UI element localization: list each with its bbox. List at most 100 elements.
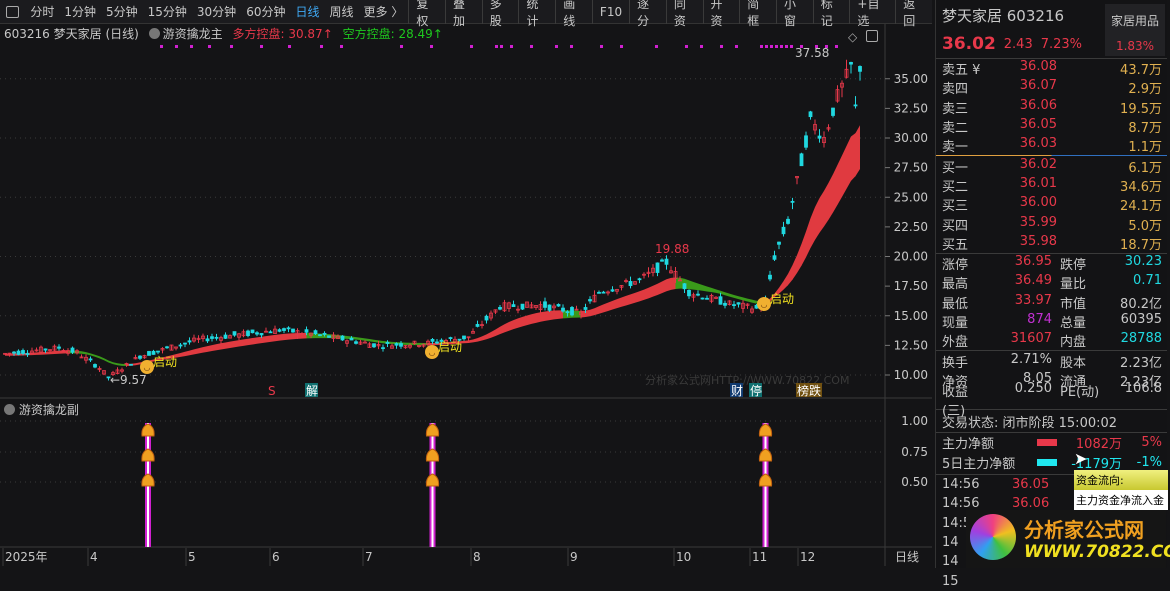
flower-logo-icon	[970, 514, 1016, 560]
band-up	[198, 347, 203, 354]
candle-down	[318, 334, 322, 337]
band-up	[221, 342, 226, 350]
money-bag-icon	[758, 423, 773, 437]
candle-down	[781, 226, 786, 235]
panel-toggle-icon[interactable]	[866, 30, 878, 42]
toolbar-button[interactable]: F10	[591, 0, 629, 24]
band-up	[617, 297, 622, 309]
candle-down	[588, 299, 592, 302]
candle-down	[165, 346, 169, 349]
candle-down	[808, 111, 813, 118]
candle-down	[322, 332, 327, 335]
candle-down	[637, 278, 642, 281]
stats1-cell: 跌停	[1060, 258, 1087, 274]
asks-cell: 36.05	[1019, 117, 1057, 133]
candle-down	[858, 66, 862, 72]
flow-amount: 1082万	[1075, 437, 1122, 453]
bids-cell: 5.0万	[1128, 218, 1162, 234]
candle-down	[475, 324, 480, 327]
toolbar-button[interactable]: 小窗	[775, 0, 813, 28]
signal-dot	[780, 45, 783, 48]
candle-down	[628, 281, 633, 287]
toolbar-button[interactable]: 开资	[702, 0, 740, 28]
indicator-settings-icon[interactable]	[148, 28, 160, 39]
toolbar-button[interactable]: 标记	[812, 0, 850, 28]
logo: 分析家公式网 WWW.70822.COM	[966, 510, 1170, 568]
band-up	[855, 125, 860, 177]
period-tab[interactable]: 1分钟	[59, 3, 101, 20]
signal-dot	[770, 45, 773, 48]
candle-down	[349, 337, 354, 341]
band-up	[531, 313, 536, 324]
stats2-cell: 2.23亿	[1120, 355, 1162, 371]
toolbar-button[interactable]: 多股	[481, 0, 519, 28]
bids-cell: 18.7万	[1120, 237, 1162, 253]
xtick-label: 6	[272, 550, 280, 564]
candle-down	[214, 336, 219, 339]
band-down	[689, 280, 694, 290]
bids-cell: 买二	[942, 179, 969, 195]
bids-cell: 买五	[942, 237, 969, 253]
band-up	[653, 283, 658, 297]
band-up	[648, 285, 653, 299]
price-change: 2.43	[1003, 36, 1033, 52]
band-up	[671, 277, 676, 290]
sub-indicator-name[interactable]: 游资擒龙副	[19, 403, 79, 417]
candle-down	[354, 341, 358, 344]
money-bag-icon	[141, 448, 155, 462]
diamond-icon[interactable]: ◇	[848, 30, 857, 44]
toolbar-button[interactable]: 返回	[895, 0, 932, 28]
stats1-row: 涨停 36.95 跌停 30.23	[936, 254, 1167, 273]
ytick-label: 15.00	[894, 309, 928, 323]
period-tab[interactable]: 周线	[324, 3, 358, 20]
candle-down	[700, 297, 705, 300]
sub-indicator-header: 游资擒龙副	[4, 401, 79, 418]
toolbar-button[interactable]: 画线	[555, 0, 592, 28]
stats1-cell: 33.97	[1014, 292, 1052, 308]
candle-down	[732, 304, 736, 306]
ask-book: 卖五 ¥ 36.08 43.7万 卖四 36.07 2.9万 卖三 36.06 19.5万 卖二 3…	[936, 59, 1167, 155]
period-tab[interactable]: 日线	[290, 3, 324, 20]
kline-chart[interactable]: 35.00 32.50 30.00 27.50 25.00 22.50 20.00 17.50…	[0, 0, 935, 568]
sector-box[interactable]: 家居用品 1.83%	[1105, 4, 1165, 56]
band-up	[522, 315, 527, 327]
band-up	[635, 291, 640, 303]
toolbar-button[interactable]: 同资	[665, 0, 703, 28]
toolbar-button[interactable]: +自选	[849, 0, 895, 28]
toolbar-button[interactable]: 逐分	[629, 0, 666, 28]
period-tab[interactable]: 60分钟	[241, 3, 290, 20]
period-tab[interactable]: 分时	[25, 3, 59, 20]
band-up	[252, 337, 257, 345]
candle-down	[556, 304, 561, 307]
tick-price: 36.05	[1012, 477, 1050, 493]
sidebar-toggle-button[interactable]	[6, 5, 20, 18]
tick-time: 14:56	[942, 477, 980, 493]
band-down	[306, 333, 311, 339]
signal-dot	[495, 45, 498, 48]
candle-down	[16, 350, 21, 355]
signal-dot	[430, 45, 433, 48]
money-bag-icon	[425, 473, 440, 487]
period-tab[interactable]: 更多 〉	[359, 3, 409, 20]
toolbar-button[interactable]: 统计	[518, 0, 555, 28]
toolbar-button[interactable]: 复权	[408, 0, 445, 28]
bids-cell: 买四	[942, 218, 969, 234]
band-up	[540, 311, 545, 322]
toolbar-button[interactable]: 简框	[739, 0, 776, 28]
mouse-cursor-icon: ➤	[1074, 449, 1088, 468]
money-bag-icon	[425, 448, 440, 462]
signal-dot	[835, 45, 838, 48]
asks-cell: 卖四	[942, 82, 969, 98]
candle-down	[583, 307, 588, 310]
period-tab[interactable]: 15分钟	[143, 3, 192, 20]
toolbar-button[interactable]: 叠加	[445, 0, 482, 28]
band-up	[248, 338, 253, 346]
period-tab[interactable]: 30分钟	[192, 3, 241, 20]
main-indicator-name[interactable]: 游资擒龙主	[163, 27, 223, 41]
stats1-cell: 0.71	[1133, 273, 1162, 289]
sub-indicator-settings-icon[interactable]	[4, 404, 15, 415]
asks-cell: 卖一	[942, 140, 969, 156]
bids-cell: 6.1万	[1128, 160, 1162, 176]
period-tab[interactable]: 5分钟	[101, 3, 143, 20]
chart-header: 603216 梦天家居 (日线) 游资擒龙主 多方控盘: 30.87↑ 空方控盘…	[4, 25, 449, 42]
